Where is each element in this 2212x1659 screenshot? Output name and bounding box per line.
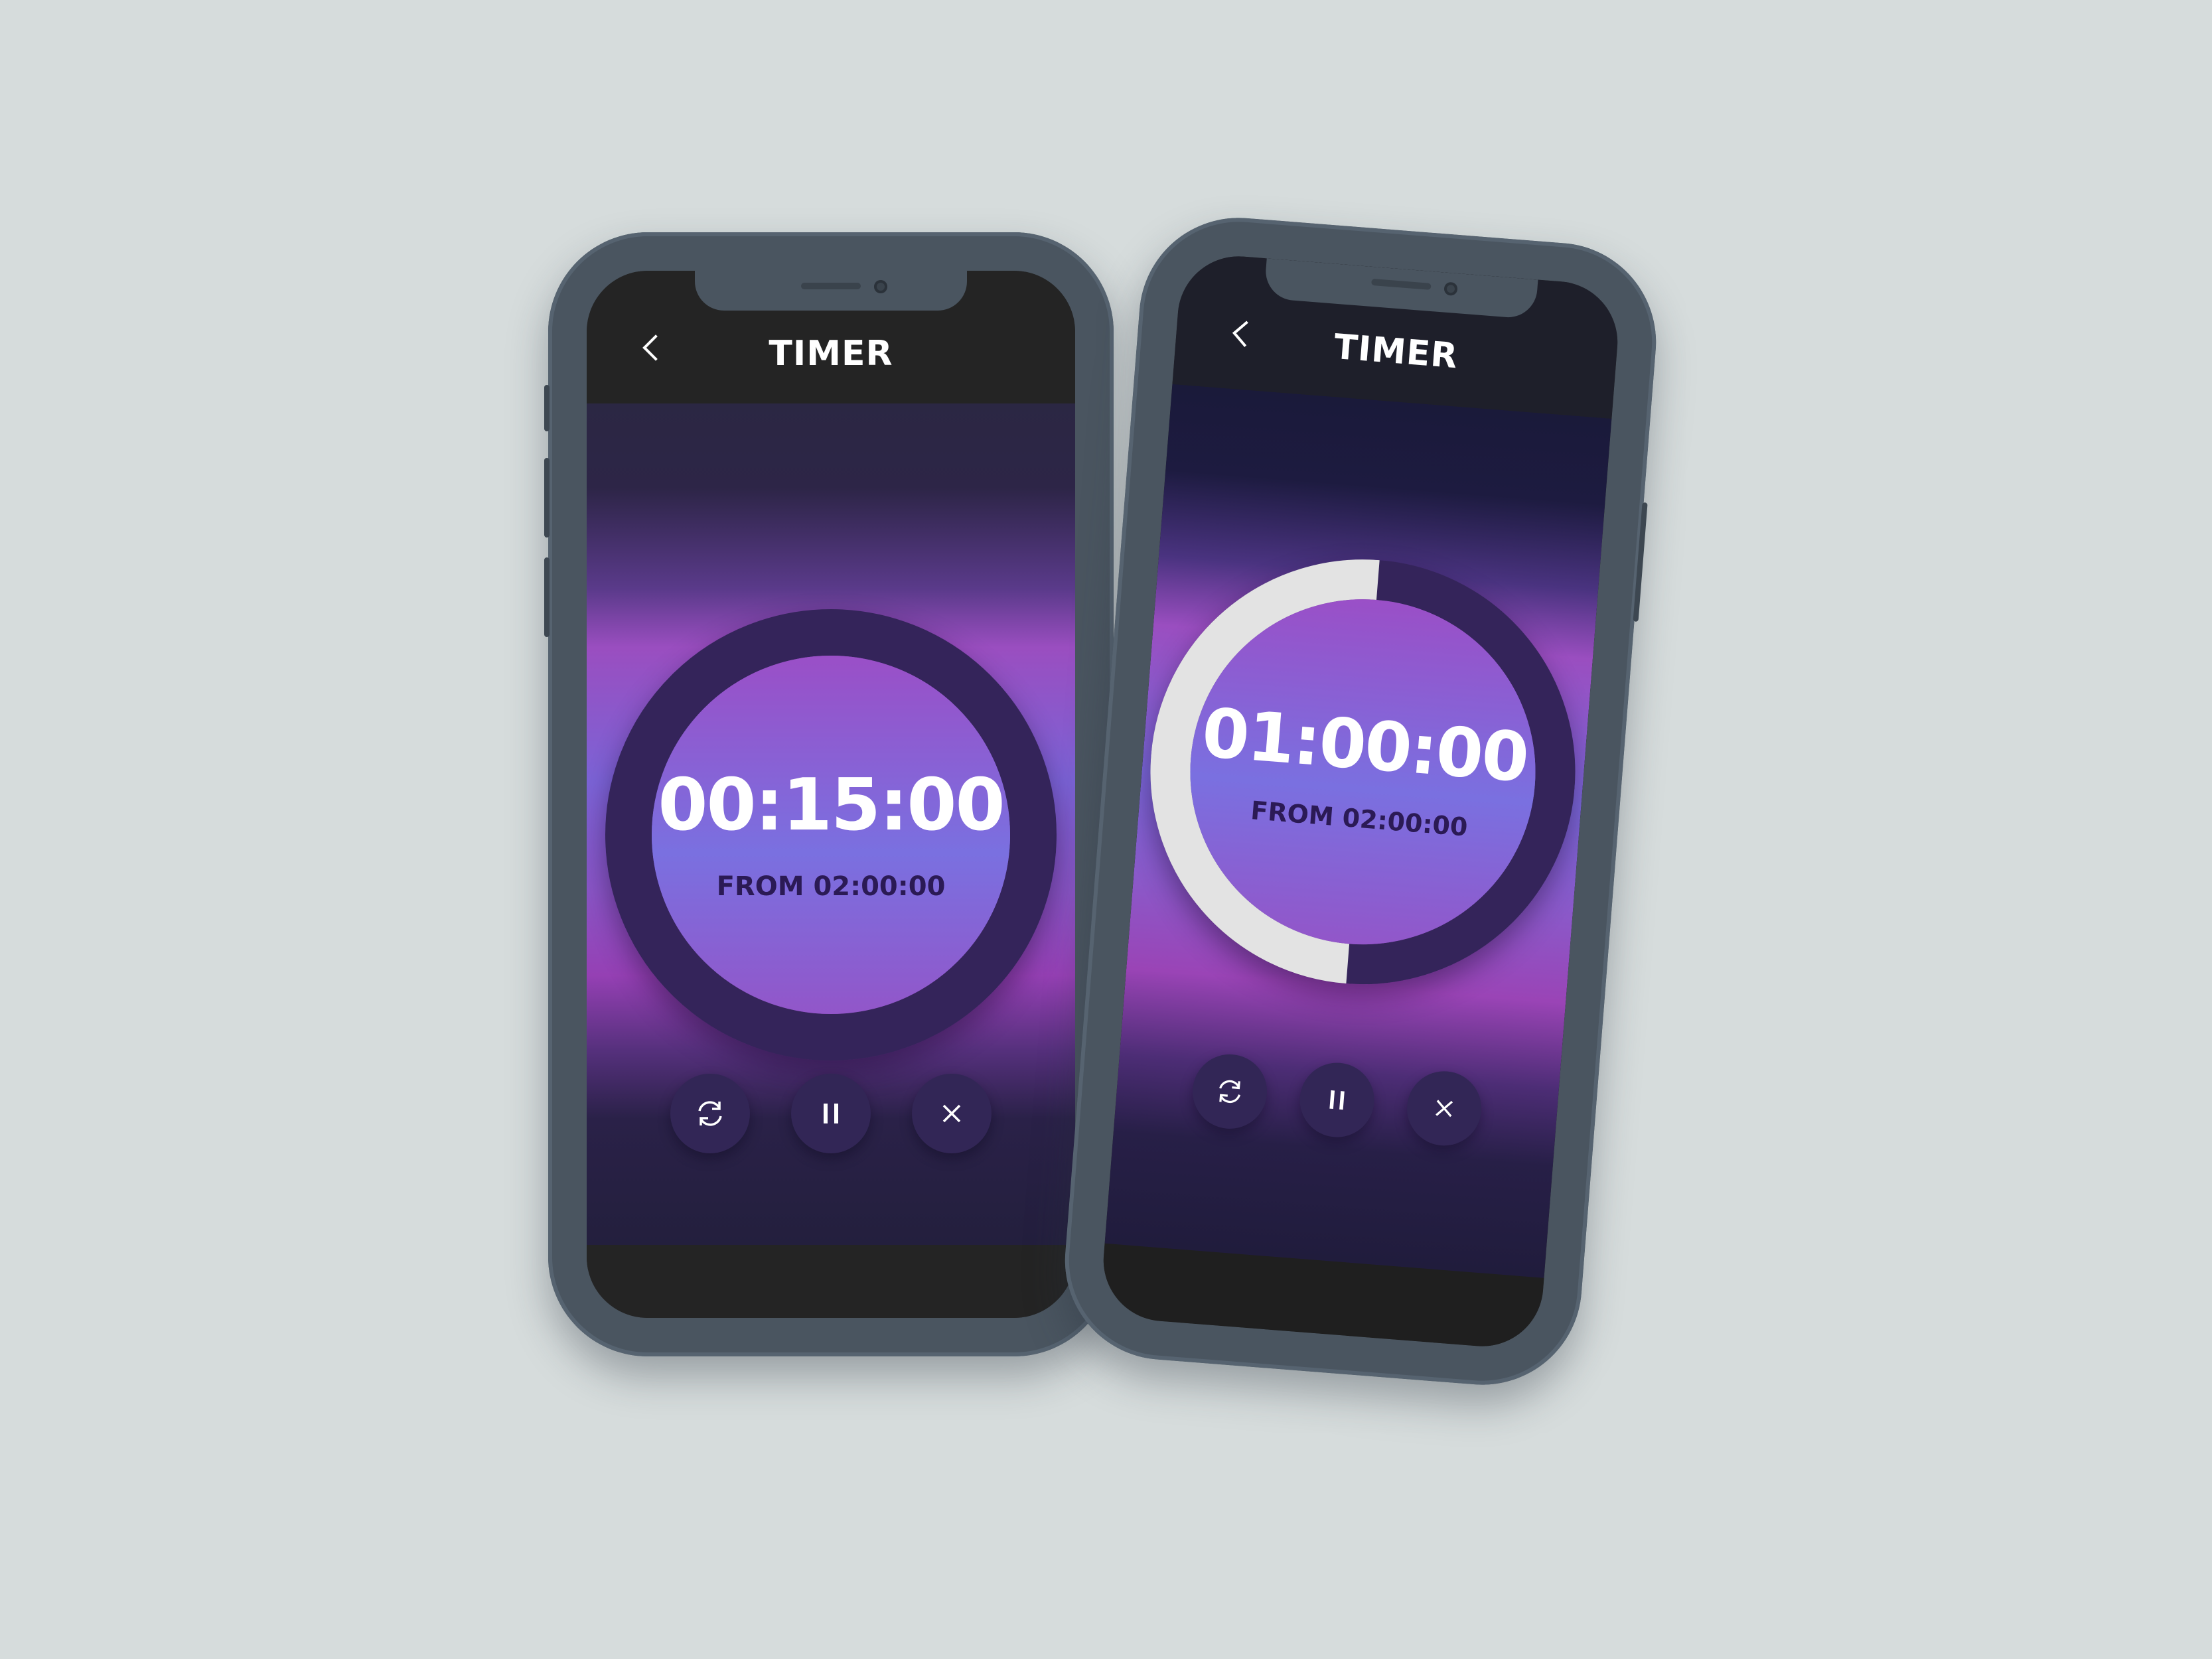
pause-button[interactable]: [791, 1074, 871, 1153]
timer-total-label: FROM 02:00:00: [716, 871, 946, 902]
page-title: TIMER: [1332, 326, 1459, 377]
front-camera: [1443, 281, 1458, 297]
home-bar-area: [587, 1245, 1075, 1318]
timer-face: 00:15:00 FROM 02:00:00: [652, 656, 1010, 1014]
timer-display: 01:00:00: [1199, 693, 1531, 798]
volume-down-button: [544, 557, 550, 637]
timer-display: 00:15:00: [658, 764, 1005, 847]
front-camera: [874, 280, 887, 293]
screen: TIMER 01:00:00 FROM 02:00:00: [1098, 252, 1623, 1351]
close-icon: [1436, 1100, 1453, 1118]
pause-icon: [1329, 1090, 1345, 1110]
pause-button[interactable]: [1297, 1060, 1377, 1140]
timer-controls: [587, 1074, 1075, 1153]
refresh-icon: [1219, 1080, 1241, 1104]
timer-total-label: FROM 02:00:00: [1249, 796, 1469, 842]
close-icon: [942, 1104, 961, 1123]
reset-button[interactable]: [670, 1074, 750, 1153]
timer-content: 00:15:00 FROM 02:00:00: [587, 403, 1075, 1245]
screen: TIMER 00:15:00 FROM 02:00:00: [587, 271, 1075, 1318]
timer-content: 01:00:00 FROM 02:00:00: [1104, 384, 1612, 1278]
cancel-button[interactable]: [1404, 1068, 1485, 1149]
volume-up-button: [544, 458, 550, 538]
notch: [695, 271, 967, 311]
pause-icon: [824, 1104, 838, 1123]
phone-mockup-left: TIMER 00:15:00 FROM 02:00:00: [544, 232, 1114, 1356]
speaker: [801, 283, 861, 289]
phone-mockup-right: TIMER 01:00:00 FROM 02:00:00: [1057, 210, 1664, 1392]
side-button: [1633, 502, 1648, 622]
speaker: [1371, 278, 1432, 290]
timer-controls: [1114, 1046, 1560, 1155]
cancel-button[interactable]: [912, 1074, 992, 1153]
page-title: TIMER: [769, 334, 893, 374]
timer-progress-ring: 01:00:00 FROM 02:00:00: [1134, 543, 1591, 1000]
mute-switch: [544, 385, 550, 431]
refresh-icon: [698, 1101, 722, 1126]
reset-button[interactable]: [1189, 1051, 1270, 1132]
timer-progress-ring: 00:15:00 FROM 02:00:00: [605, 609, 1057, 1060]
